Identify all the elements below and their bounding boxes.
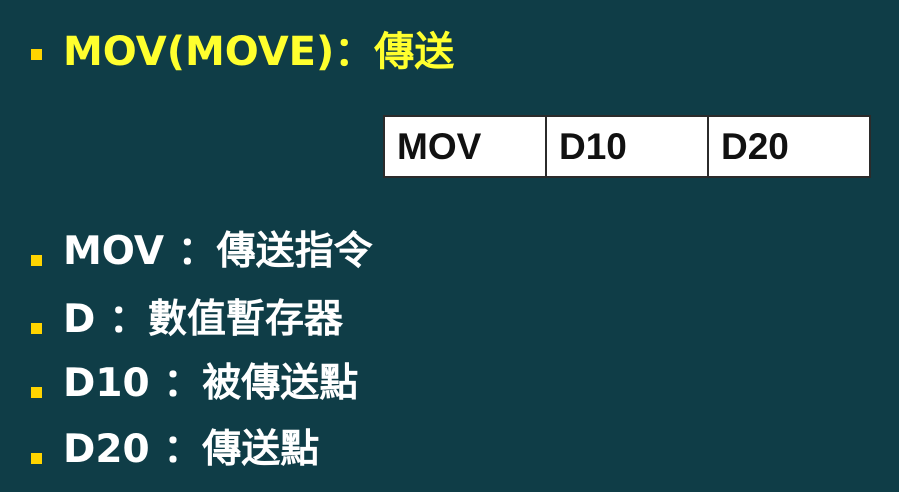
instruction-source-cell: D10 (545, 115, 709, 178)
bullet-icon (31, 323, 42, 334)
slide: MOV(MOVE)：傳送 MOV D10 D20 MOV ：傳送指令 D ：數值… (0, 0, 899, 492)
slide-title: MOV(MOVE)：傳送 (63, 29, 455, 75)
instruction-row: MOV D10 D20 (383, 115, 871, 178)
bullet-icon (31, 387, 42, 398)
title-bullet-icon (31, 49, 42, 60)
instruction-opcode-cell: MOV (383, 115, 547, 178)
bullet-icon (31, 453, 42, 464)
instruction-destination-cell: D20 (707, 115, 871, 178)
instruction-table: MOV D10 D20 (383, 115, 871, 178)
list-item: D ：數值暫存器 (63, 297, 343, 342)
list-item: D20 ：傳送點 (63, 427, 320, 472)
list-item: MOV ：傳送指令 (63, 229, 373, 274)
bullet-icon (31, 255, 42, 266)
list-item: D10 ：被傳送點 (63, 361, 359, 406)
